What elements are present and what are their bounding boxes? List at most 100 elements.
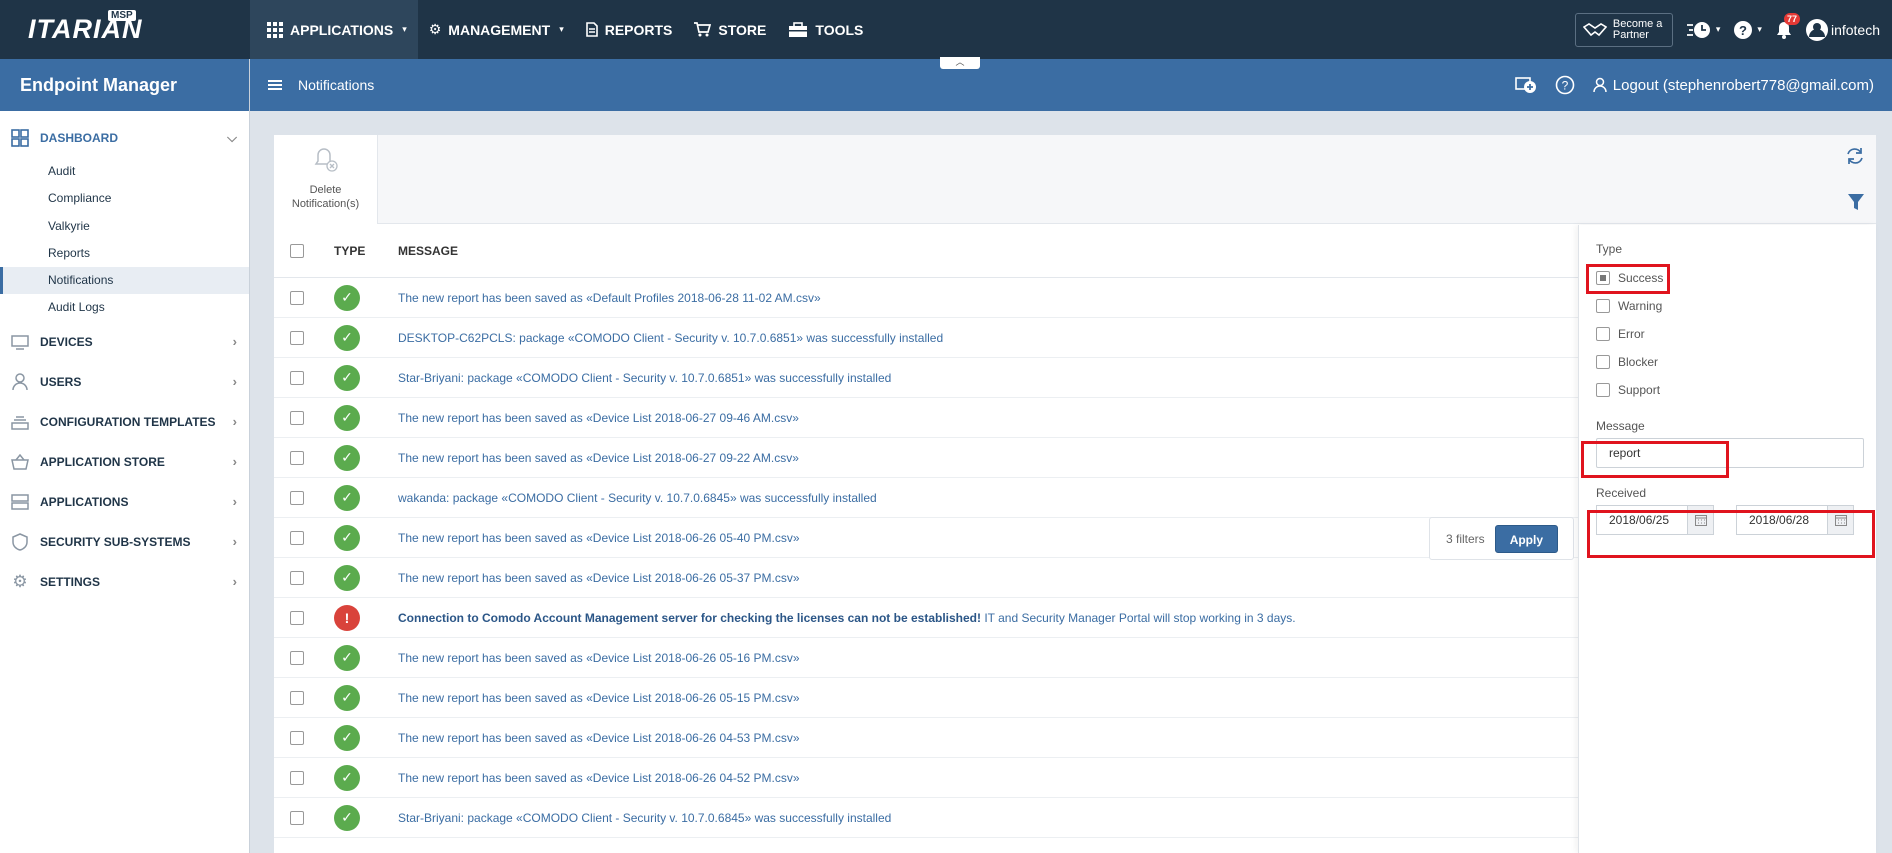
row-checkbox[interactable] xyxy=(290,450,304,465)
success-check-icon: ✓ xyxy=(334,324,360,351)
row-checkbox[interactable] xyxy=(290,770,304,785)
sidebar-item-dashboard[interactable]: DASHBOARD ⌵ xyxy=(0,118,249,158)
add-device-icon[interactable] xyxy=(1514,75,1537,95)
sidebar-section-label: SECURITY SUB-SYSTEMS xyxy=(40,534,191,549)
type-option-warning[interactable]: Warning xyxy=(1596,292,1876,320)
sidebar: Endpoint Manager DASHBOARD ⌵ Audit Compl… xyxy=(0,59,250,853)
logout-label: Logout (stephenrobert778@gmail.com) xyxy=(1612,76,1874,94)
sidebar-item-devices[interactable]: DEVICES › xyxy=(0,322,249,362)
help-circle-icon[interactable]: ? xyxy=(1555,75,1575,95)
svg-text:?: ? xyxy=(1561,79,1568,93)
sidebar-item-valkyrie[interactable]: Valkyrie xyxy=(0,213,249,240)
received-label: Received xyxy=(1596,486,1647,500)
success-check-icon: ✓ xyxy=(334,284,360,311)
nav-applications[interactable]: APPLICATIONS ▾ xyxy=(250,0,418,59)
shield-icon xyxy=(10,532,30,552)
success-check-icon: ✓ xyxy=(334,644,360,671)
row-checkbox[interactable] xyxy=(290,370,304,385)
sidebar-item-settings[interactable]: ⚙ SETTINGS › xyxy=(0,562,249,602)
chevron-right-icon: › xyxy=(232,374,237,390)
basket-icon xyxy=(10,452,30,472)
chevron-right-icon: › xyxy=(232,534,237,550)
sidebar-item-users[interactable]: USERS › xyxy=(0,362,249,402)
itarian-logo[interactable]: ITARIAN MSP xyxy=(0,0,250,59)
row-message-text: wakanda: package «COMODO Client - Securi… xyxy=(398,490,877,505)
message-label: Message xyxy=(1596,419,1645,433)
success-check-icon: ✓ xyxy=(334,684,360,711)
top-right-controls: Become a Partner ▾ ? ▾ 77 infotech xyxy=(1574,0,1892,59)
help-menu[interactable]: ? ▾ xyxy=(1734,20,1762,39)
become-partner-button[interactable]: Become a Partner xyxy=(1574,12,1673,47)
apply-button[interactable]: Apply xyxy=(1494,524,1559,553)
nav-tools[interactable]: TOOLS xyxy=(777,0,874,59)
checkbox[interactable] xyxy=(1596,327,1610,341)
refresh-button[interactable] xyxy=(1846,147,1864,168)
delete-label-line1: Delete xyxy=(309,184,342,196)
row-checkbox[interactable] xyxy=(290,810,304,825)
nav-management[interactable]: ⚙ MANAGEMENT ▾ xyxy=(418,0,575,59)
row-checkbox[interactable] xyxy=(290,490,304,505)
row-message-text: The new report has been saved as «Defaul… xyxy=(398,290,821,305)
chevron-right-icon: › xyxy=(232,414,237,430)
row-checkbox[interactable] xyxy=(290,330,304,345)
collapse-header-tab[interactable]: ︿ xyxy=(940,57,980,69)
sidebar-title: Endpoint Manager xyxy=(0,59,249,111)
logout-link[interactable]: Logout (stephenrobert778@gmail.com) xyxy=(1593,77,1874,94)
row-checkbox[interactable] xyxy=(290,690,304,705)
page-title: Notifications xyxy=(298,77,375,93)
checkbox[interactable] xyxy=(1596,299,1610,313)
nav-store[interactable]: STORE xyxy=(683,0,777,59)
sidebar-item-applications[interactable]: APPLICATIONS › xyxy=(0,482,249,522)
row-checkbox[interactable] xyxy=(290,530,304,545)
success-check-icon: ✓ xyxy=(334,724,360,751)
sidebar-section-label: DASHBOARD xyxy=(40,131,118,145)
success-check-icon: ✓ xyxy=(334,364,360,391)
hamburger-menu-icon[interactable] xyxy=(268,78,282,92)
chevron-down-icon: ▾ xyxy=(1715,24,1721,34)
type-option-blocker[interactable]: Blocker xyxy=(1596,348,1876,376)
column-type[interactable]: TYPE xyxy=(334,244,398,258)
highlight-message xyxy=(1581,441,1729,478)
nav-label: STORE xyxy=(718,21,767,38)
option-label: Warning xyxy=(1618,299,1663,313)
select-all-checkbox[interactable] xyxy=(290,243,304,258)
row-checkbox[interactable] xyxy=(290,610,304,625)
row-checkbox[interactable] xyxy=(290,730,304,745)
sidebar-item-reports[interactable]: Reports xyxy=(0,240,249,267)
server-icon xyxy=(10,492,30,512)
sidebar-item-audit[interactable]: Audit xyxy=(0,158,249,185)
sidebar-item-compliance[interactable]: Compliance xyxy=(0,185,249,212)
user-menu[interactable]: infotech xyxy=(1805,18,1880,41)
notifications-bell[interactable]: 77 xyxy=(1776,12,1800,39)
document-icon xyxy=(585,22,598,37)
checkbox[interactable] xyxy=(1596,355,1610,369)
sidebar-item-configuration-templates[interactable]: CONFIGURATION TEMPLATES › xyxy=(0,402,249,442)
sidebar-item-security-sub-systems[interactable]: SECURITY SUB-SYSTEMS › xyxy=(0,522,249,562)
row-message-text: The new report has been saved as «Device… xyxy=(398,770,800,785)
nav-label: MANAGEMENT xyxy=(448,21,551,38)
nav-reports[interactable]: REPORTS xyxy=(575,0,684,59)
checkbox[interactable] xyxy=(1596,383,1610,397)
row-message-text: DESKTOP-C62PCLS: package «COMODO Client … xyxy=(398,330,944,345)
grid-icon xyxy=(267,21,283,38)
sidebar-section-label: APPLICATION STORE xyxy=(40,454,165,469)
sidebar-item-notifications[interactable]: Notifications xyxy=(0,267,249,295)
sidebar-item-audit-logs[interactable]: Audit Logs xyxy=(0,294,249,321)
sidebar-item-application-store[interactable]: APPLICATION STORE › xyxy=(0,442,249,482)
history-menu[interactable]: ▾ xyxy=(1686,21,1721,39)
row-checkbox[interactable] xyxy=(290,570,304,585)
sidebar-section-label: DEVICES xyxy=(40,334,93,349)
nav-label: APPLICATIONS xyxy=(290,21,394,38)
row-checkbox[interactable] xyxy=(290,290,304,305)
filter-button[interactable] xyxy=(1848,193,1864,214)
success-check-icon: ✓ xyxy=(334,444,360,471)
delete-notifications-button[interactable]: Delete Notification(s) xyxy=(274,135,378,224)
row-message-text: The new report has been saved as «Device… xyxy=(398,410,799,425)
success-check-icon: ✓ xyxy=(334,764,360,791)
row-message-text: IT and Security Manager Portal will stop… xyxy=(981,610,1296,625)
row-checkbox[interactable] xyxy=(290,410,304,425)
nav-label: TOOLS xyxy=(815,21,864,38)
row-checkbox[interactable] xyxy=(290,650,304,665)
type-option-error[interactable]: Error xyxy=(1596,320,1876,348)
type-option-support[interactable]: Support xyxy=(1596,376,1876,404)
